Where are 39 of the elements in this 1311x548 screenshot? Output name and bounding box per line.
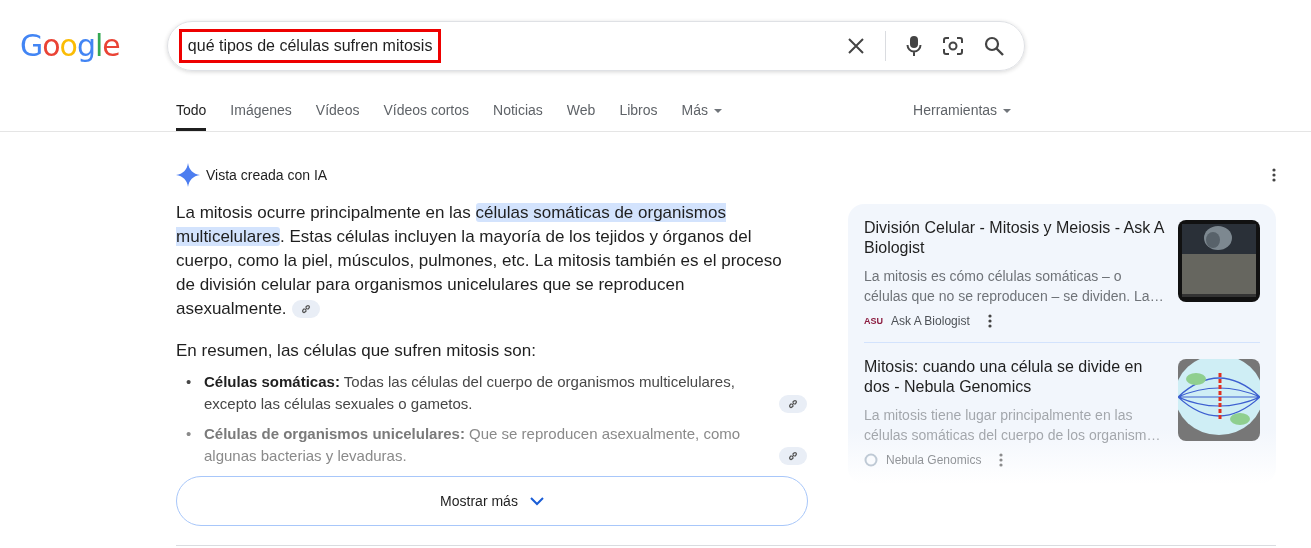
more-options-icon[interactable] [1272,168,1276,182]
tab[interactable]: Vídeos [315,102,360,131]
tab[interactable]: Web [566,102,596,131]
ai-overview-label: Vista creada con IA [206,167,328,183]
tab[interactable]: Vídeos cortos [383,102,470,131]
show-more-button[interactable]: Mostrar más [176,476,808,526]
caret-icon [1003,109,1011,114]
site-favicon: ASU [864,316,883,326]
source-snippet: La mitosis tiene lugar principalmente en las células somáticas del cuerpo de los organism… [864,406,1162,445]
more-options-icon[interactable] [987,314,992,328]
search-icon[interactable] [983,36,1004,56]
google-logo[interactable]: Google [20,27,120,63]
tab[interactable]: Libros [619,102,658,131]
source-snippet: La mitosis es cómo células somáticas – o células que no se reproducen – se dividen. La… [864,267,1165,306]
tab[interactable]: Todo [176,102,207,131]
caret-icon [713,109,722,114]
close-icon[interactable] [846,37,865,55]
bullet: • [186,372,193,392]
tab[interactable]: Noticias [493,102,543,131]
list-item-text: Células de organismos unicelulares: Que se reproducen asexualmente, como algunas bacterias y levaduras. [204,424,742,466]
chevron-down-icon [529,496,544,506]
site-favicon [864,453,878,467]
more-tab[interactable]: Más [681,102,722,131]
source-title[interactable]: División Celular - Mitosis y Meiosis - Ask A Biologist [864,218,1166,258]
microphone-icon[interactable] [905,35,922,57]
tools-menu[interactable]: Herramientas [913,102,1011,131]
bullet: • [186,424,193,444]
camera-icon[interactable] [941,36,964,56]
sparkle-icon [176,163,200,187]
search-query: qué tipos de células sufren mitosis [178,29,442,63]
tab[interactable]: Imágenes [230,102,292,131]
summary-text: En resumen, las células que sufren mitosis son: [176,341,537,361]
site-name[interactable]: Ask A Biologist [891,314,970,328]
link-icon[interactable] [779,447,807,465]
link-icon[interactable] [291,299,320,318]
list-item-text: Células somáticas: Todas las células del cuerpo de organismos multicelulares, excepto las células sexuales o gametos. [204,372,736,414]
overview-paragraph: La mitosis ocurre principalmente en las células somáticas de organismos multicelulares. Estas células incluyen la mayoría de los tejidos y órganos del cuerpo, como la piel, músculos, pulmones, etc. La mitosis también es el proceso de división celular para organismos unicelulares que se reproducen asexualmente. [176,202,783,320]
link-icon[interactable] [779,395,807,413]
source-title[interactable]: Mitosis: cuando una célula se divide en dos - Nebula Genomics [864,357,1166,397]
